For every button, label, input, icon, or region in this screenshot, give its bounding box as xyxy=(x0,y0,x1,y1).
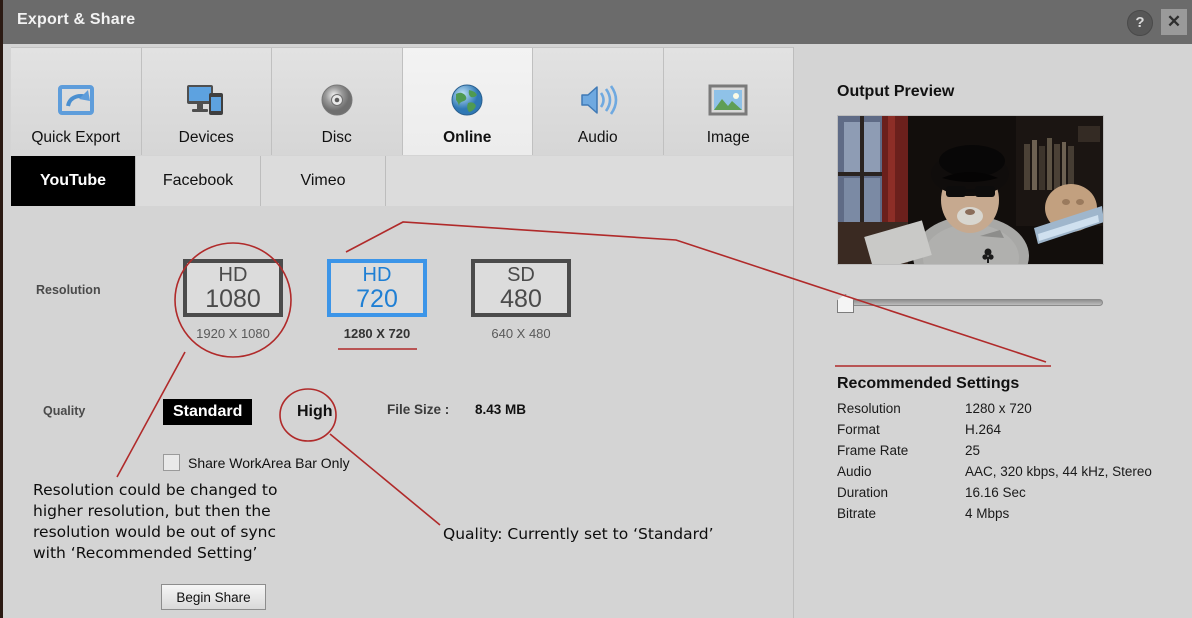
tab-vimeo[interactable]: Vimeo xyxy=(261,156,386,206)
setting-value: 25 xyxy=(965,441,1187,462)
begin-share-button[interactable]: Begin Share xyxy=(161,584,266,610)
table-row: Format H.264 xyxy=(837,420,1187,441)
resolution-dimensions: 640 X 480 xyxy=(471,326,571,341)
quality-option-high[interactable]: High xyxy=(287,399,343,425)
disc-icon xyxy=(314,79,360,121)
speaker-icon xyxy=(575,79,621,121)
close-icon[interactable]: ✕ xyxy=(1161,9,1187,35)
checkbox-label: Share WorkArea Bar Only xyxy=(188,455,350,471)
category-online[interactable]: Online xyxy=(403,48,534,155)
annotation-resolution-note: Resolution could be changed to higher re… xyxy=(33,480,278,564)
setting-value: H.264 xyxy=(965,420,1187,441)
resolution-height: 1080 xyxy=(205,286,261,312)
scrubber-track[interactable] xyxy=(845,299,1103,306)
category-label: Devices xyxy=(179,129,234,147)
table-row: Audio AAC, 320 kbps, 44 kHz, Stereo xyxy=(837,462,1187,483)
resolution-height: 480 xyxy=(500,286,542,312)
setting-value: 1280 x 720 xyxy=(965,399,1187,420)
output-preview-panel: Output Preview xyxy=(794,47,1192,618)
setting-key: Resolution xyxy=(837,399,965,420)
tab-youtube[interactable]: YouTube xyxy=(11,156,136,206)
table-row: Frame Rate 25 xyxy=(837,441,1187,462)
resolution-option-hd720[interactable]: HD 720 1280 X 720 xyxy=(327,259,427,341)
quality-row-label: Quality xyxy=(43,404,85,418)
setting-key: Frame Rate xyxy=(837,441,965,462)
category-image[interactable]: Image xyxy=(664,48,794,155)
setting-value: 4 Mbps xyxy=(965,504,1187,525)
tab-strip-filler xyxy=(386,156,793,206)
resolution-dimensions: 1280 X 720 xyxy=(327,326,427,341)
table-row: Duration 16.16 Sec xyxy=(837,483,1187,504)
resolution-option-hd1080[interactable]: HD 1080 1920 X 1080 xyxy=(183,259,283,341)
resolution-box[interactable]: HD 1080 xyxy=(183,259,283,317)
category-label: Audio xyxy=(578,129,618,147)
setting-key: Duration xyxy=(837,483,965,504)
table-row: Bitrate 4 Mbps xyxy=(837,504,1187,525)
category-audio[interactable]: Audio xyxy=(533,48,664,155)
output-preview-title: Output Preview xyxy=(837,83,954,101)
category-label: Disc xyxy=(322,129,352,147)
category-quick-export[interactable]: Quick Export xyxy=(11,48,142,155)
checkbox-box[interactable] xyxy=(163,454,180,471)
setting-value: AAC, 320 kbps, 44 kHz, Stereo xyxy=(965,462,1187,483)
quality-option-standard[interactable]: Standard xyxy=(163,399,252,425)
tab-facebook[interactable]: Facebook xyxy=(136,156,261,206)
resolution-box[interactable]: SD 480 xyxy=(471,259,571,317)
preview-thumbnail xyxy=(837,115,1104,265)
recommended-settings-table: Resolution 1280 x 720 Format H.264 Frame… xyxy=(837,399,1187,525)
devices-icon xyxy=(183,79,229,121)
resolution-tier: HD xyxy=(219,265,248,286)
picture-icon xyxy=(705,79,751,121)
preview-scrubber[interactable] xyxy=(837,293,1103,311)
setting-key: Audio xyxy=(837,462,965,483)
globe-icon xyxy=(444,79,490,121)
title-bar: Export & Share ? ✕ xyxy=(3,0,1192,44)
share-workarea-checkbox[interactable]: Share WorkArea Bar Only xyxy=(163,454,350,471)
file-size-label: File Size : xyxy=(387,402,449,417)
resolution-row-label: Resolution xyxy=(36,283,101,297)
export-share-dialog: Export & Share ? ✕ Quick Export xyxy=(0,0,1192,618)
setting-key: Format xyxy=(837,420,965,441)
setting-key: Bitrate xyxy=(837,504,965,525)
resolution-tier: SD xyxy=(507,265,535,286)
quick-export-icon xyxy=(53,79,99,121)
resolution-tier: HD xyxy=(363,265,392,286)
scrubber-thumb[interactable] xyxy=(837,294,854,313)
file-size-value: 8.43 MB xyxy=(475,402,526,417)
category-toolbar: Quick Export Devices xyxy=(11,47,793,155)
resolution-option-sd480[interactable]: SD 480 640 X 480 xyxy=(471,259,571,341)
category-label: Online xyxy=(443,129,491,147)
window-title: Export & Share xyxy=(17,11,135,29)
resolution-dimensions: 1920 X 1080 xyxy=(183,326,283,341)
category-label: Image xyxy=(707,129,750,147)
resolution-height: 720 xyxy=(356,286,398,312)
setting-value: 16.16 Sec xyxy=(965,483,1187,504)
help-icon[interactable]: ? xyxy=(1127,10,1153,36)
category-disc[interactable]: Disc xyxy=(272,48,403,155)
resolution-box[interactable]: HD 720 xyxy=(327,259,427,317)
table-row: Resolution 1280 x 720 xyxy=(837,399,1187,420)
recommended-settings-title: Recommended Settings xyxy=(837,375,1019,393)
category-label: Quick Export xyxy=(31,129,120,147)
category-devices[interactable]: Devices xyxy=(142,48,273,155)
service-tab-strip: YouTube Facebook Vimeo xyxy=(11,156,793,207)
annotation-quality-note: Quality: Currently set to ‘Standard’ xyxy=(443,524,714,545)
